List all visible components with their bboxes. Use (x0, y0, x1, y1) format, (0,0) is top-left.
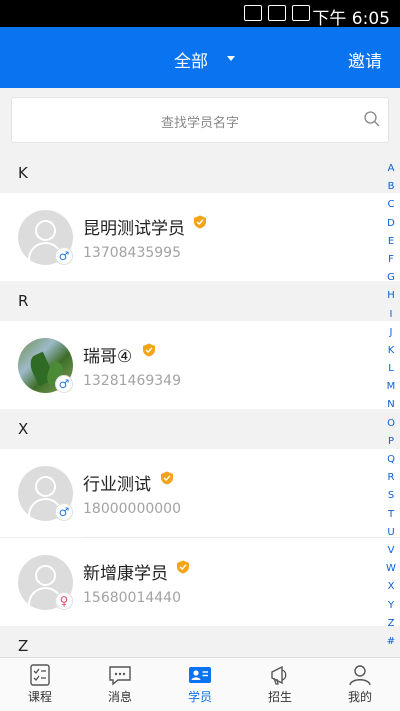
student-phone: 18000000000 (83, 501, 181, 517)
index-letter[interactable]: I (382, 306, 400, 324)
tab-course[interactable]: 课程 (0, 658, 80, 711)
student-icon (189, 667, 211, 683)
student-row[interactable]: ♀ 新增康学员 15680014440 (0, 538, 400, 626)
tab-recruit[interactable]: 招生 (240, 658, 320, 711)
search-input[interactable]: 查找学员名字 (11, 97, 389, 143)
tab-label: 招生 (267, 690, 292, 704)
index-letter[interactable]: W (382, 560, 400, 578)
sim-icon (268, 5, 286, 21)
index-letter[interactable]: R (382, 469, 400, 487)
course-icon (30, 664, 50, 686)
index-letter[interactable]: X (382, 578, 400, 596)
tab-label: 学员 (187, 690, 212, 704)
section-header-x: X (0, 409, 400, 449)
student-row[interactable]: ♂ 昆明测试学员 13708435995 (0, 193, 400, 281)
index-letter[interactable]: G (382, 269, 400, 287)
search-placeholder: 查找学员名字 (160, 116, 239, 131)
filter-dropdown-label[interactable]: 全部 (174, 47, 208, 72)
bottom-tab-bar: 课程 消息 学员 招生 我的 (0, 657, 400, 711)
tab-message[interactable]: 消息 (80, 658, 160, 711)
index-letter[interactable]: H (382, 287, 400, 305)
index-letter[interactable]: C (382, 196, 400, 214)
tab-label: 我的 (347, 690, 372, 704)
index-letter[interactable]: N (382, 396, 400, 414)
female-icon: ♀ (55, 592, 73, 610)
index-letter[interactable]: O (382, 415, 400, 433)
status-icons (244, 5, 310, 21)
verified-badge-icon (161, 471, 173, 485)
tab-label: 课程 (27, 690, 52, 704)
search-icon[interactable] (364, 111, 380, 127)
student-name: 行业测试 (83, 475, 151, 495)
index-letter[interactable]: M (382, 378, 400, 396)
index-letter[interactable]: E (382, 233, 400, 251)
student-phone: 13281469349 (83, 373, 181, 389)
index-letter[interactable]: F (382, 251, 400, 269)
section-letter: X (18, 420, 29, 438)
recruit-icon (271, 665, 287, 685)
index-letter[interactable]: Q (382, 451, 400, 469)
index-letter[interactable]: D (382, 215, 400, 233)
chevron-down-icon[interactable] (227, 56, 235, 61)
tab-label: 消息 (107, 690, 132, 704)
section-letter: R (18, 292, 29, 310)
student-name: 新增康学员 (83, 564, 168, 584)
tab-profile[interactable]: 我的 (320, 658, 400, 711)
male-icon: ♂ (55, 503, 73, 521)
student-phone: 13708435995 (83, 245, 181, 261)
male-icon: ♂ (55, 247, 73, 265)
app-header: 全部 邀请 (0, 27, 400, 88)
student-row[interactable]: ♂ 行业测试 18000000000 (0, 449, 400, 537)
profile-icon (349, 665, 371, 686)
index-letter[interactable]: P (382, 433, 400, 451)
index-letter[interactable]: T (382, 506, 400, 524)
male-icon: ♂ (55, 375, 73, 393)
index-letter[interactable]: J (382, 324, 400, 342)
index-letter[interactable]: U (382, 524, 400, 542)
alphabet-index[interactable]: A B C D E F G H I J K L M N O P Q R S T U V W X Y Z # (382, 160, 400, 651)
verified-badge-icon (194, 215, 206, 229)
student-name: 瑞哥④ (83, 347, 133, 367)
tab-student[interactable]: 学员 (160, 658, 240, 711)
signal-icon (244, 5, 262, 21)
index-letter[interactable]: L (382, 360, 400, 378)
index-letter[interactable]: K (382, 342, 400, 360)
student-row[interactable]: ♂ 瑞哥④ 13281469349 (0, 321, 400, 409)
section-letter: Z (18, 637, 29, 655)
battery-icon (292, 5, 310, 21)
index-letter[interactable]: Y (382, 597, 400, 615)
status-time: 下午 6:05 (312, 9, 390, 29)
index-letter[interactable]: Z (382, 615, 400, 633)
section-letter: K (18, 164, 28, 182)
verified-badge-icon (143, 343, 155, 357)
verified-badge-icon (177, 560, 189, 574)
index-letter[interactable]: S (382, 487, 400, 505)
student-phone: 15680014440 (83, 590, 181, 606)
section-header-r: R (0, 281, 400, 321)
section-header-k: K (0, 153, 400, 193)
student-name: 昆明测试学员 (83, 219, 185, 239)
index-letter[interactable]: B (382, 178, 400, 196)
status-bar: 下午 6:05 (0, 0, 400, 29)
index-letter[interactable]: # (382, 633, 400, 651)
index-letter[interactable]: V (382, 542, 400, 560)
index-letter[interactable]: A (382, 160, 400, 178)
message-icon (109, 666, 131, 686)
invite-button[interactable]: 邀请 (348, 47, 382, 72)
